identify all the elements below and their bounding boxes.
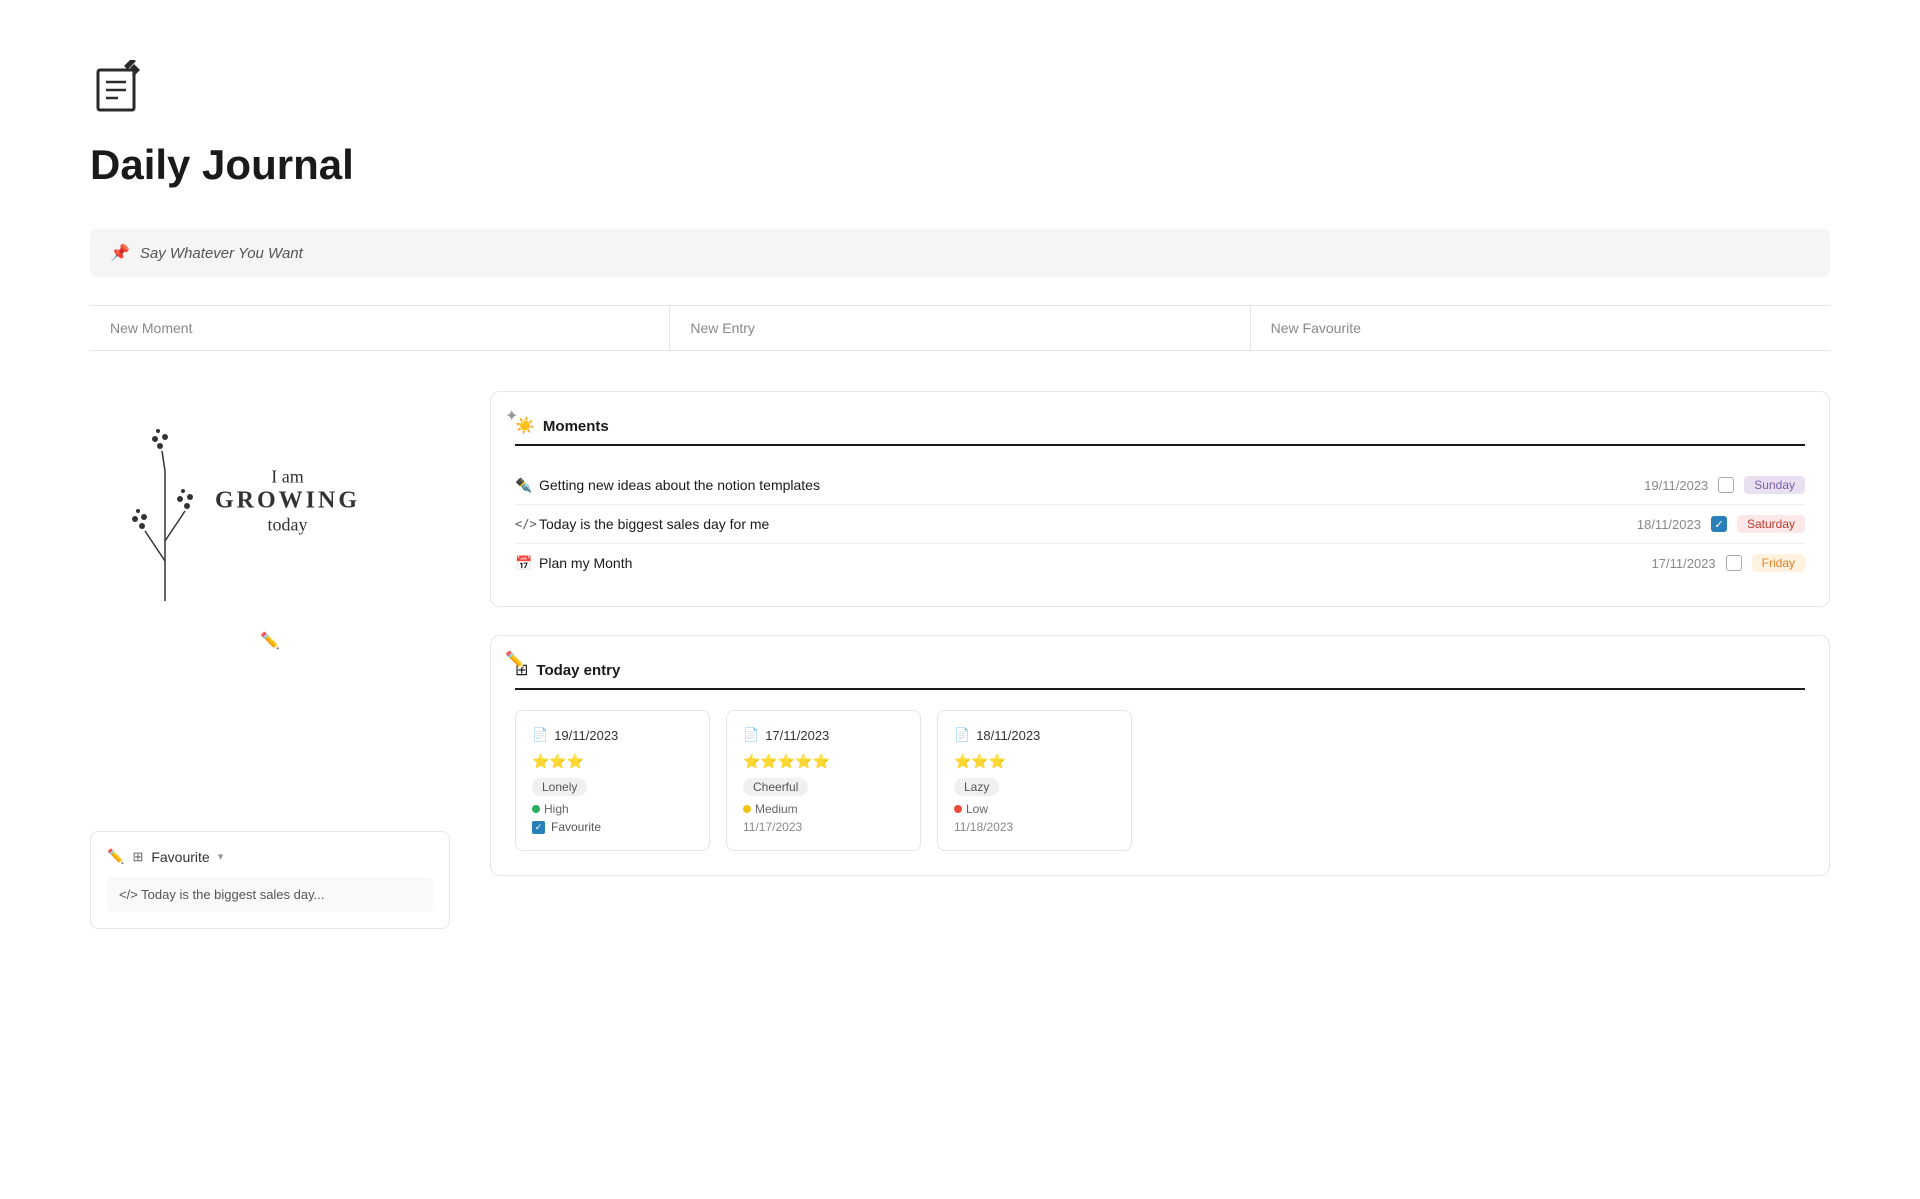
entry-card-2[interactable]: 📄 18/11/2023 ⭐⭐⭐ Lazy Low 11/18/2023 [937,710,1132,851]
moments-section: ✦ ☀️ Moments ✒️ Getting new ideas about … [490,391,1830,607]
mood-tag-0: Lonely [532,778,587,796]
dropdown-arrow-icon: ▾ [218,850,224,863]
energy-row-2: Low [954,802,1115,816]
favourite-check-0: ✓ Favourite [532,820,693,834]
entry-date-1: 17/11/2023 [765,728,829,743]
moment-checkbox-2[interactable] [1726,555,1742,571]
page-icon-area [90,60,1830,141]
energy-dot-0 [532,805,540,813]
entry-card-1-header: 📄 17/11/2023 [743,727,904,743]
pencil-icon-small: ✏️ [107,848,124,865]
mood-tag-2: Lazy [954,778,999,796]
today-entry-header: ⊞ Today entry [515,660,1805,690]
new-favourite-button[interactable]: New Favourite [1251,306,1830,350]
today-entry-title: Today entry [536,662,620,679]
right-panel: ✦ ☀️ Moments ✒️ Getting new ideas about … [490,391,1830,904]
left-panel: I am GROWING today ✏️ ✏️ ⊞ Favourite ▾ <… [90,391,450,929]
handwriting-line3: today [215,515,360,536]
handwriting-card: I am GROWING today [90,391,390,611]
handwriting-line2: GROWING [215,488,360,515]
entry-card-2-header: 📄 18/11/2023 [954,727,1115,743]
plant-decoration [120,391,210,611]
energy-label-1: Medium [755,802,798,816]
entry-date-2: 18/11/2023 [976,728,1040,743]
gallery-icon: ⊞ [132,849,143,865]
moment-row: 📅 Plan my Month 17/11/2023 Friday [515,544,1805,582]
energy-dot-2 [954,805,962,813]
energy-row-1: Medium [743,802,904,816]
moment-text-1[interactable]: Today is the biggest sales day for me [539,516,1637,532]
moment-icon-2: 📅 [515,555,539,572]
favourite-item[interactable]: </> Today is the biggest sales day... [107,877,433,912]
moment-day-2: Friday [1752,554,1805,572]
moments-section-header: ☀️ Moments [515,416,1805,446]
energy-dot-1 [743,805,751,813]
moment-date-1: 18/11/2023 [1637,517,1701,532]
pencil-decoration: ✏️ [90,631,450,651]
entry-card-0-header: 📄 19/11/2023 [532,727,693,743]
page-title: Daily Journal [90,141,1830,189]
energy-row-0: High [532,802,693,816]
moment-date-2: 17/11/2023 [1652,556,1716,571]
action-buttons-row: New Moment New Entry New Favourite [90,305,1830,351]
fav-label-0: Favourite [551,820,601,834]
journal-icon [90,60,150,120]
handwriting-display: I am GROWING today [215,467,360,536]
new-entry-button[interactable]: New Entry [670,306,1250,350]
entry-card-1[interactable]: 📄 17/11/2023 ⭐⭐⭐⭐⭐ Cheerful Medium 11/17… [726,710,921,851]
moment-text-0[interactable]: Getting new ideas about the notion templ… [539,477,1644,493]
entry-date-bottom-2: 11/18/2023 [954,820,1115,834]
moment-text-2[interactable]: Plan my Month [539,555,1652,571]
entry-date-bottom-1: 11/17/2023 [743,820,904,834]
energy-label-0: High [544,802,569,816]
moment-row: ✒️ Getting new ideas about the notion te… [515,466,1805,505]
star-row-2: ⭐⭐⭐ [954,753,1115,770]
main-layout: I am GROWING today ✏️ ✏️ ⊞ Favourite ▾ <… [90,391,1830,929]
favourite-card: ✏️ ⊞ Favourite ▾ </> Today is the bigges… [90,831,450,929]
doc-icon-0: 📄 [532,727,548,743]
entry-date-0: 19/11/2023 [554,728,618,743]
moment-day-1: Saturday [1737,515,1805,533]
moments-title: Moments [543,418,609,435]
sparkle-icon: ✦ [505,406,518,426]
moment-icon-1: </> [515,517,539,531]
favourite-label: Favourite [151,849,209,865]
star-row-0: ⭐⭐⭐ [532,753,693,770]
pin-icon: 📌 [110,243,130,263]
star-row-1: ⭐⭐⭐⭐⭐ [743,753,904,770]
entry-card-0[interactable]: 📄 19/11/2023 ⭐⭐⭐ Lonely High ✓ Favourite [515,710,710,851]
doc-icon-1: 📄 [743,727,759,743]
pinned-banner: 📌 Say Whatever You Want [90,229,1830,277]
moment-checkbox-1[interactable]: ✓ [1711,516,1727,532]
moment-icon-0: ✒️ [515,477,539,494]
moment-day-0: Sunday [1744,476,1805,494]
doc-icon-2: 📄 [954,727,970,743]
entry-cards-row: 📄 19/11/2023 ⭐⭐⭐ Lonely High ✓ Favourite [515,710,1805,851]
handwriting-line1: I am [215,467,360,488]
pinned-text: Say Whatever You Want [140,245,303,262]
moment-row: </> Today is the biggest sales day for m… [515,505,1805,544]
new-moment-button[interactable]: New Moment [90,306,670,350]
mood-tag-1: Cheerful [743,778,808,796]
fav-checkbox-0[interactable]: ✓ [532,821,545,834]
favourite-card-header: ✏️ ⊞ Favourite ▾ [107,848,433,865]
pencil-section-icon: ✏️ [505,650,525,670]
moment-checkbox-0[interactable] [1718,477,1734,493]
energy-label-2: Low [966,802,988,816]
today-entry-section: ✏️ ⊞ Today entry 📄 19/11/2023 ⭐⭐⭐ Lonely [490,635,1830,876]
moment-date-0: 19/11/2023 [1644,478,1708,493]
